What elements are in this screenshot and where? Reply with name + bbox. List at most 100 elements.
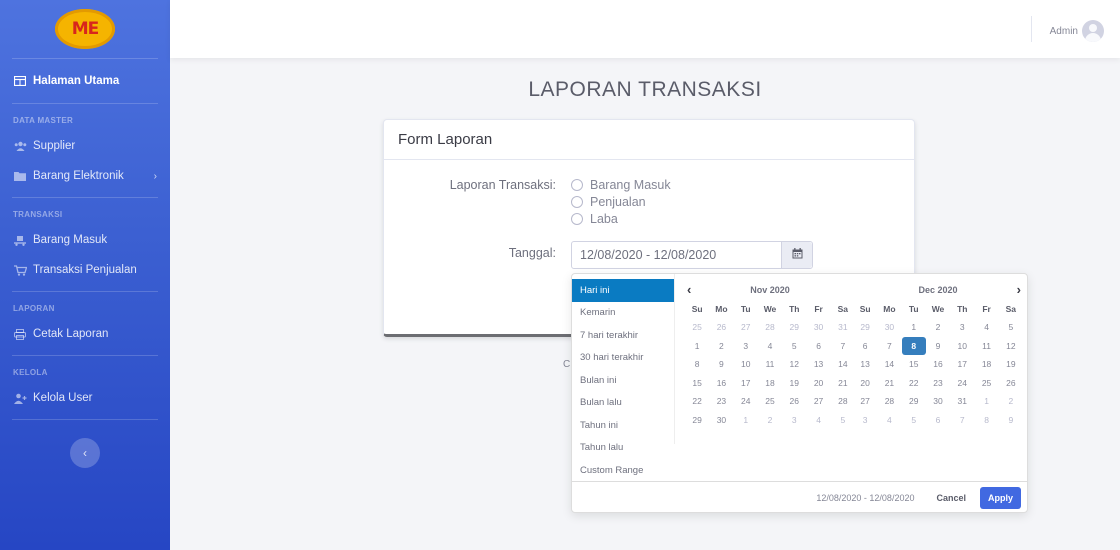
calendar-day[interactable]: 2 — [709, 337, 733, 356]
calendar-day[interactable]: 22 — [685, 392, 709, 411]
range-item[interactable]: Bulan ini — [572, 369, 675, 392]
radio-circle[interactable] — [571, 196, 583, 208]
calendar-day[interactable]: 29 — [902, 392, 926, 411]
calendar-day[interactable]: 13 — [853, 355, 877, 374]
calendar-day[interactable]: 17 — [734, 374, 758, 393]
calendar-day[interactable]: 21 — [831, 374, 855, 393]
calendar-day[interactable]: 1 — [902, 318, 926, 337]
sidebar-item-supplier[interactable]: Supplier — [0, 131, 170, 161]
calendar-day[interactable]: 16 — [926, 355, 950, 374]
calendar-day[interactable]: 31 — [831, 318, 855, 337]
radio-barang-masuk[interactable]: Barang Masuk — [571, 178, 671, 192]
calendar-day[interactable]: 25 — [974, 374, 998, 393]
calendar-day[interactable]: 30 — [877, 318, 901, 337]
calendar-day[interactable]: 23 — [926, 374, 950, 393]
calendar-day[interactable]: 20 — [853, 374, 877, 393]
calendar-day[interactable]: 12 — [999, 337, 1023, 356]
calendar-day[interactable]: 29 — [782, 318, 806, 337]
next-month-button[interactable]: › — [1017, 280, 1021, 300]
calendar-day[interactable]: 11 — [758, 355, 782, 374]
range-item[interactable]: Hari ini — [572, 279, 675, 302]
calendar-day[interactable]: 11 — [974, 337, 998, 356]
calendar-day[interactable]: 3 — [853, 411, 877, 430]
calendar-day[interactable]: 9 — [926, 337, 950, 356]
calendar-day[interactable]: 27 — [853, 392, 877, 411]
calendar-day[interactable]: 15 — [902, 355, 926, 374]
user-name[interactable]: Admin — [1050, 26, 1078, 37]
calendar-day[interactable]: 12 — [782, 355, 806, 374]
calendar-day[interactable]: 1 — [974, 392, 998, 411]
calendar-day[interactable]: 2 — [999, 392, 1023, 411]
sidebar-item-transaksi-penjualan[interactable]: Transaksi Penjualan — [0, 255, 170, 285]
avatar[interactable] — [1082, 20, 1104, 42]
radio-laba[interactable]: Laba — [571, 212, 618, 226]
calendar-day[interactable]: 9 — [709, 355, 733, 374]
calendar-day[interactable]: 27 — [734, 318, 758, 337]
calendar-day[interactable]: 14 — [877, 355, 901, 374]
calendar-day[interactable]: 14 — [831, 355, 855, 374]
calendar-day[interactable]: 6 — [926, 411, 950, 430]
calendar-day[interactable]: 7 — [831, 337, 855, 356]
calendar-day[interactable]: 5 — [999, 318, 1023, 337]
radio-penjualan[interactable]: Penjualan — [571, 195, 646, 209]
calendar-day[interactable]: 4 — [974, 318, 998, 337]
calendar-day[interactable]: 3 — [950, 318, 974, 337]
calendar-day[interactable]: 30 — [806, 318, 830, 337]
calendar-button[interactable] — [781, 242, 812, 268]
calendar-day[interactable]: 6 — [853, 337, 877, 356]
calendar-day[interactable]: 7 — [950, 411, 974, 430]
calendar-day[interactable]: 29 — [685, 411, 709, 430]
calendar-day[interactable]: 22 — [902, 374, 926, 393]
calendar-day[interactable]: 28 — [831, 392, 855, 411]
calendar-day[interactable]: 30 — [926, 392, 950, 411]
calendar-day[interactable]: 18 — [974, 355, 998, 374]
calendar-day[interactable]: 21 — [877, 374, 901, 393]
calendar-day[interactable]: 26 — [709, 318, 733, 337]
calendar-day[interactable]: 13 — [806, 355, 830, 374]
calendar-day[interactable]: 5 — [782, 337, 806, 356]
calendar-day[interactable]: 24 — [950, 374, 974, 393]
calendar-day[interactable]: 19 — [782, 374, 806, 393]
sidebar-brand[interactable]: ME — [0, 0, 170, 58]
apply-button[interactable]: Apply — [979, 487, 1021, 509]
calendar-day[interactable]: 26 — [782, 392, 806, 411]
sidebar-item-barang-elektronik[interactable]: Barang Elektronik › — [0, 161, 170, 191]
calendar-day[interactable]: 8 — [974, 411, 998, 430]
radio-circle[interactable] — [571, 213, 583, 225]
range-item[interactable]: Bulan lalu — [572, 392, 675, 415]
date-range-input[interactable]: 12/08/2020 - 12/08/2020 — [571, 241, 813, 269]
calendar-day[interactable]: 29 — [853, 318, 877, 337]
calendar-day[interactable]: 7 — [877, 337, 901, 356]
calendar-day[interactable]: 4 — [758, 337, 782, 356]
calendar-day[interactable]: 27 — [806, 392, 830, 411]
calendar-day[interactable]: 25 — [685, 318, 709, 337]
calendar-day[interactable]: 8 — [685, 355, 709, 374]
calendar-day[interactable]: 4 — [877, 411, 901, 430]
calendar-day[interactable]: 25 — [758, 392, 782, 411]
calendar-day[interactable]: 26 — [999, 374, 1023, 393]
sidebar-item-barang-masuk[interactable]: Barang Masuk — [0, 225, 170, 255]
calendar-day[interactable]: 16 — [709, 374, 733, 393]
range-item[interactable]: Kemarin — [572, 302, 675, 325]
calendar-day[interactable]: 17 — [950, 355, 974, 374]
calendar-day[interactable]: 31 — [950, 392, 974, 411]
calendar-day[interactable]: 28 — [758, 318, 782, 337]
calendar-day[interactable]: 18 — [758, 374, 782, 393]
range-item[interactable]: Tahun ini — [572, 414, 675, 437]
range-item[interactable]: 30 hari terakhir — [572, 347, 675, 370]
calendar-day[interactable]: 8 — [901, 336, 926, 355]
calendar-day[interactable]: 24 — [734, 392, 758, 411]
calendar-day[interactable]: 20 — [806, 374, 830, 393]
calendar-day[interactable]: 10 — [950, 337, 974, 356]
calendar-day[interactable]: 3 — [782, 411, 806, 430]
range-item[interactable]: Custom Range — [572, 459, 675, 482]
calendar-day[interactable]: 10 — [734, 355, 758, 374]
range-item[interactable]: 7 hari terakhir — [572, 324, 675, 347]
calendar-day[interactable]: 15 — [685, 374, 709, 393]
range-item[interactable]: Tahun lalu — [572, 437, 675, 460]
calendar-day[interactable]: 4 — [806, 411, 830, 430]
date-range-value[interactable]: 12/08/2020 - 12/08/2020 — [572, 242, 781, 268]
cancel-button[interactable]: Cancel — [928, 488, 974, 508]
calendar-day[interactable]: 23 — [709, 392, 733, 411]
calendar-day[interactable]: 19 — [999, 355, 1023, 374]
